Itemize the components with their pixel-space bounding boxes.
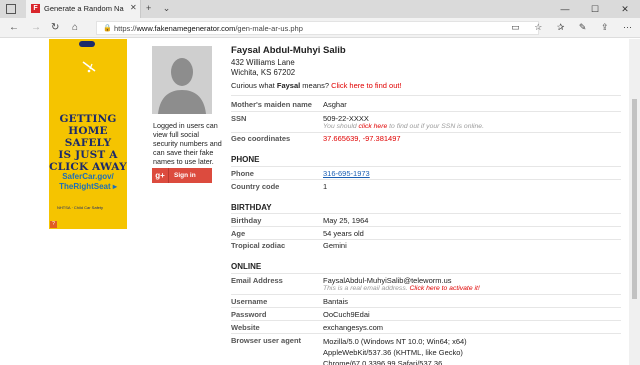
divider (231, 213, 621, 214)
site-favicon-icon: F (31, 4, 40, 13)
curious-line: Curious what Faysal means? Click here to… (231, 81, 402, 90)
window-close-icon[interactable]: ✕ (610, 0, 640, 18)
divider (231, 307, 621, 308)
street: 432 Williams Lane (231, 58, 295, 67)
car-icon (79, 41, 95, 47)
seatbelt-icon (82, 61, 96, 73)
tab-close-icon[interactable]: ✕ (130, 3, 137, 12)
new-tab-icon[interactable]: + (146, 3, 151, 13)
reading-view-icon[interactable]: ▭ (511, 22, 520, 32)
divider (231, 333, 621, 334)
url-input[interactable]: 🔒 https://www.fakenamegenerator.com/gen-… (96, 21, 539, 35)
ad-link[interactable]: SaferCar.gov/ TheRightSeat ▸ (49, 172, 127, 192)
ssn-check-link[interactable]: click here (359, 123, 388, 130)
google-plus-icon: g+ (152, 168, 169, 183)
divider (231, 320, 621, 321)
divider (231, 166, 621, 167)
person-name: Faysal Abdul-Muhyi Salib (231, 45, 346, 56)
refresh-icon[interactable]: ↻ (51, 22, 59, 33)
page-scrollbar[interactable] (629, 39, 640, 365)
birthday-heading: BIRTHDAY (231, 203, 272, 212)
user-agent-value: Mozilla/5.0 (Windows NT 10.0; Win64; x64… (323, 337, 467, 365)
url-host: www.fakenamegenerator.com (136, 24, 236, 33)
divider (231, 111, 621, 112)
notes-pen-icon[interactable]: ✎ (579, 22, 587, 32)
name-meaning-link[interactable]: Click here to find out! (331, 81, 401, 90)
minimize-icon[interactable]: — (550, 0, 580, 18)
share-icon[interactable]: ⇪ (601, 22, 609, 32)
tab-list-icon[interactable]: ⌄ (163, 3, 171, 13)
divider (231, 226, 621, 227)
city: Wichita, KS 67202 (231, 68, 296, 77)
divider (231, 95, 621, 96)
tab-bar: F Generate a Random Na ✕ + ⌄ — ☐ ✕ (0, 0, 640, 18)
url-path: /gen-male-ar-us.php (235, 24, 303, 33)
phone-link[interactable]: 316-695-1973 (323, 169, 370, 178)
maximize-icon[interactable]: ☐ (580, 0, 610, 18)
ad-headline: GETTING HOME SAFELY IS JUST A CLICK AWAY (49, 113, 127, 173)
activate-email-link[interactable]: Click here to activate it! (410, 285, 480, 292)
tab-preview-icon[interactable] (6, 4, 16, 14)
ad-logos: NHTSA · Child Car Safety (57, 205, 104, 210)
divider (231, 239, 621, 240)
lock-icon: 🔒 (103, 25, 112, 32)
favorite-star-icon[interactable]: ☆ (534, 22, 542, 32)
url-protocol: https:// (114, 24, 137, 33)
address-toolbar: ← → ↻ ⌂ 🔒 https://www.fakenamegenerator.… (0, 18, 640, 38)
divider (231, 132, 621, 133)
divider (231, 294, 621, 295)
favorites-hub-icon[interactable]: ✰ (557, 22, 565, 32)
scrollbar-thumb[interactable] (632, 99, 637, 299)
geo-link[interactable]: 37.665639, -97.381497 (323, 134, 401, 143)
avatar (152, 46, 212, 114)
divider (231, 273, 621, 274)
tab-title: Generate a Random Na (44, 4, 124, 13)
tab-active[interactable]: F Generate a Random Na ✕ (26, 0, 141, 18)
ad-banner[interactable]: GETTING HOME SAFELY IS JUST A CLICK AWAY… (49, 39, 127, 229)
address-block: 432 Williams Lane Wichita, KS 67202 (231, 58, 295, 78)
signin-label: Sign in (174, 172, 196, 179)
divider (231, 179, 621, 180)
adchoice-icon[interactable]: ? (50, 221, 57, 228)
page-viewport: GETTING HOME SAFELY IS JUST A CLICK AWAY… (0, 39, 629, 365)
phone-heading: PHONE (231, 155, 260, 164)
online-heading: ONLINE (231, 262, 262, 271)
back-icon[interactable]: ← (9, 22, 19, 33)
more-menu-icon[interactable]: ⋯ (623, 22, 632, 32)
google-signin-button[interactable]: g+ Sign in (152, 168, 212, 183)
home-icon[interactable]: ⌂ (72, 22, 78, 33)
forward-icon[interactable]: → (31, 22, 41, 33)
login-note: Logged in users can view full social sec… (153, 121, 222, 166)
